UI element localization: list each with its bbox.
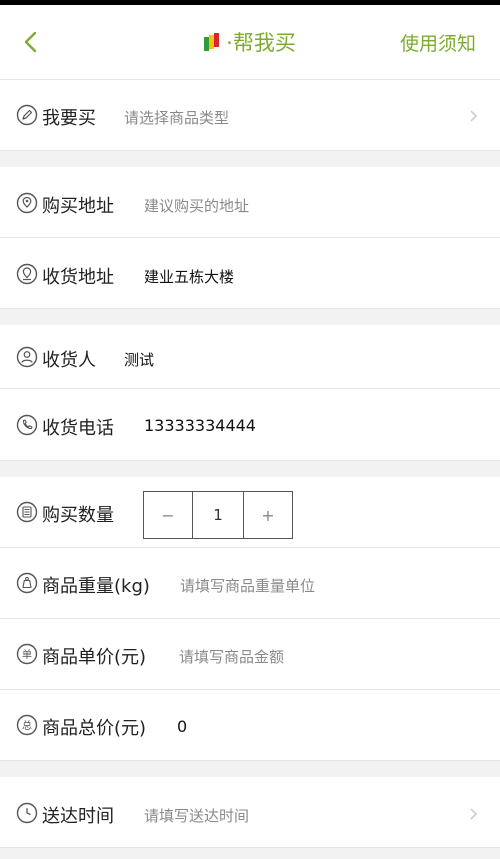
total-price-value: 0	[177, 717, 188, 736]
pencil-icon	[16, 104, 38, 126]
goods-type-select[interactable]: 请选择商品类型	[124, 107, 229, 128]
title-separator: ·	[226, 31, 233, 55]
unit-icon: 单	[16, 643, 38, 665]
delivery-time-label: 送达时间	[42, 806, 114, 827]
total-icon: 总	[16, 714, 38, 736]
header: ·帮我买 使用须知	[0, 5, 500, 80]
receiver-phone-label: 收货电话	[42, 418, 114, 439]
want-buy-label: 我要买	[42, 108, 96, 129]
quantity-stepper[interactable]: − 1 +	[143, 491, 293, 539]
clock-icon	[16, 802, 38, 824]
weight-input[interactable]: 请填写商品重量单位	[180, 575, 315, 596]
flag-icon	[204, 33, 220, 51]
user-icon	[16, 346, 38, 368]
calculator-icon	[16, 501, 38, 523]
svg-text:总: 总	[22, 719, 32, 732]
map-marker-icon	[16, 263, 38, 285]
weight-icon	[16, 572, 38, 594]
increase-button[interactable]: +	[244, 492, 292, 538]
svg-text:单: 单	[22, 649, 32, 661]
receiver-phone-row[interactable]: 收货电话 13333334444	[0, 389, 500, 461]
buy-address-label: 购买地址	[42, 196, 114, 217]
receiver-row[interactable]: 收货人 测试	[0, 325, 500, 389]
quantity-label: 购买数量	[42, 505, 114, 526]
total-price-label: 商品总价(元)	[42, 718, 147, 739]
receiver-label: 收货人	[42, 350, 96, 371]
delivery-address-input[interactable]: 建业五栋大楼	[144, 266, 234, 287]
usage-notice-link[interactable]: 使用须知	[400, 29, 476, 56]
weight-label: 商品重量(kg)	[42, 576, 150, 597]
receiver-phone-input[interactable]: 13333334444	[144, 416, 256, 435]
chevron-right-icon	[470, 808, 478, 820]
chevron-right-icon	[470, 110, 478, 122]
quantity-value[interactable]: 1	[192, 492, 244, 538]
delivery-address-row[interactable]: 收货地址 建业五栋大楼	[0, 238, 500, 309]
buy-address-input[interactable]: 建议购买的地址	[144, 195, 249, 216]
receiver-input[interactable]: 测试	[124, 349, 154, 370]
location-pin-icon	[16, 192, 38, 214]
unit-price-input[interactable]: 请填写商品金额	[179, 646, 284, 667]
delivery-time-row[interactable]: 送达时间 请填写送达时间	[0, 777, 500, 848]
decrease-button[interactable]: −	[144, 492, 192, 538]
phone-icon	[16, 414, 38, 436]
unit-price-row[interactable]: 单 商品单价(元) 请填写商品金额	[0, 619, 500, 690]
total-price-row: 总 商品总价(元) 0	[0, 690, 500, 761]
want-buy-row[interactable]: 我要买 请选择商品类型	[0, 80, 500, 151]
buy-address-row[interactable]: 购买地址 建议购买的地址	[0, 167, 500, 238]
delivery-time-select[interactable]: 请填写送达时间	[144, 805, 249, 826]
weight-row[interactable]: 商品重量(kg) 请填写商品重量单位	[0, 548, 500, 619]
title-text: 帮我买	[232, 31, 296, 55]
unit-price-label: 商品单价(元)	[42, 647, 147, 668]
delivery-address-label: 收货地址	[42, 267, 114, 288]
